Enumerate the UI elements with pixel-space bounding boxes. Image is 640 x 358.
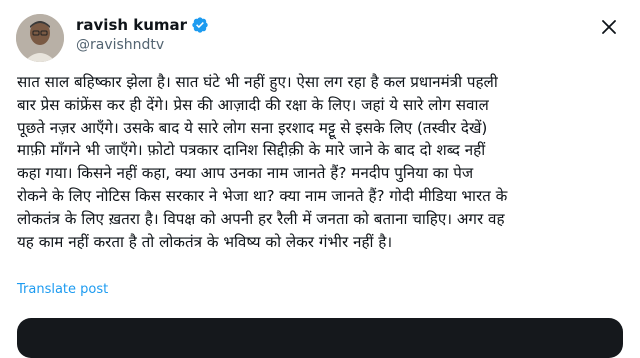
close-button[interactable]	[596, 14, 622, 40]
name-row: ravish kumar	[76, 16, 209, 34]
user-handle[interactable]: @ravishndtv	[76, 37, 164, 53]
avatar[interactable]	[16, 14, 64, 62]
post-header: ravish kumar @ravishndtv	[16, 10, 624, 62]
verified-badge-icon	[191, 16, 209, 34]
media-preview[interactable]	[17, 318, 623, 358]
post-text: सात साल बहिष्कार झेला है। सात घंटे भी नह…	[17, 73, 508, 251]
display-name[interactable]: ravish kumar	[76, 16, 187, 34]
translate-post-link[interactable]: Translate post	[17, 282, 108, 297]
close-icon	[602, 20, 616, 34]
